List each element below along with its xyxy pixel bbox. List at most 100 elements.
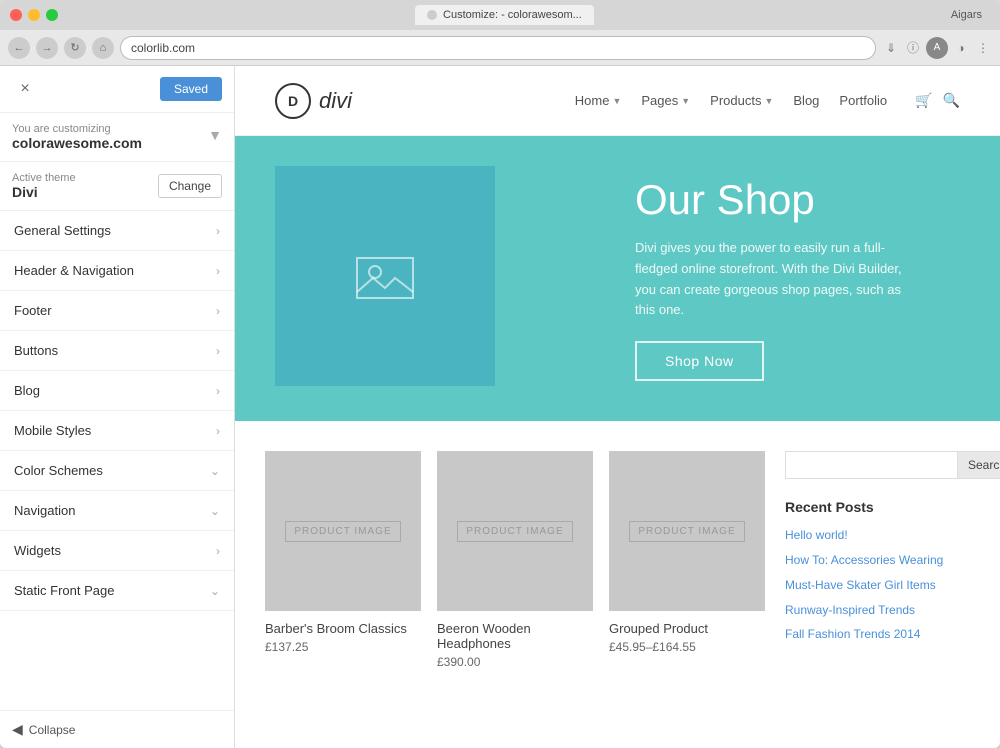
search-nav-icon[interactable]: 🔍 bbox=[943, 92, 960, 109]
product-card-3: PRODUCT IMAGE Grouped Product £45.95–£16… bbox=[609, 451, 765, 669]
sidebar-item-buttons[interactable]: Buttons › bbox=[0, 331, 234, 371]
products-section: PRODUCT IMAGE Barber's Broom Classics £1… bbox=[235, 421, 1000, 699]
sidebar-item-widgets[interactable]: Widgets › bbox=[0, 531, 234, 571]
reload-button[interactable]: ↻ bbox=[64, 37, 86, 59]
avatar[interactable]: A bbox=[926, 37, 948, 59]
products-chevron-icon: ▼ bbox=[764, 96, 773, 106]
product-price-2: £390.00 bbox=[437, 655, 593, 669]
nav-blog-label: Blog bbox=[793, 93, 819, 108]
menu-arrow-icon: › bbox=[216, 384, 220, 398]
minimize-traffic-light[interactable] bbox=[28, 9, 40, 21]
shop-now-button[interactable]: Shop Now bbox=[635, 341, 764, 381]
product-card-2: PRODUCT IMAGE Beeron Wooden Headphones £… bbox=[437, 451, 593, 669]
theme-name-label: Divi bbox=[12, 184, 76, 200]
menu-arrow-icon: › bbox=[216, 224, 220, 238]
product-image-label-1: PRODUCT IMAGE bbox=[285, 521, 400, 542]
active-theme-section: Active theme Divi Change bbox=[0, 162, 234, 211]
menu-item-label: Widgets bbox=[14, 543, 61, 558]
change-theme-button[interactable]: Change bbox=[158, 174, 222, 198]
collapse-section[interactable]: ◀ Collapse bbox=[0, 710, 234, 748]
nav-portfolio-label: Portfolio bbox=[839, 93, 887, 108]
recent-posts-title: Recent Posts bbox=[785, 499, 970, 515]
image-placeholder-icon bbox=[355, 250, 415, 302]
sidebar-item-color-schemes[interactable]: Color Schemes ⌄ bbox=[0, 451, 234, 491]
tab-close-btn[interactable] bbox=[427, 10, 437, 20]
recent-post-runway[interactable]: Runway-Inspired Trends bbox=[785, 602, 970, 619]
maximize-traffic-light[interactable] bbox=[46, 9, 58, 21]
sidebar-item-blog[interactable]: Blog › bbox=[0, 371, 234, 411]
collapse-icon: ◀ bbox=[12, 721, 23, 738]
nav-products[interactable]: Products ▼ bbox=[710, 93, 773, 108]
logo-letter: D bbox=[288, 93, 298, 109]
nav-products-label: Products bbox=[710, 93, 761, 108]
home-button[interactable]: ⌂ bbox=[92, 37, 114, 59]
recent-post-fall-fashion[interactable]: Fall Fashion Trends 2014 bbox=[785, 626, 970, 643]
customizer-sidebar: × Saved You are customizing colorawesome… bbox=[0, 66, 235, 748]
menu-arrow-icon: › bbox=[216, 424, 220, 438]
nav-portfolio[interactable]: Portfolio bbox=[839, 93, 887, 108]
logo-text: divi bbox=[319, 88, 352, 114]
browser-tab[interactable]: Customize: - colorawesom... bbox=[415, 5, 594, 25]
customizer-info: You are customizing colorawesome.com ▼ bbox=[0, 113, 234, 162]
recent-post-hello-world[interactable]: Hello world! bbox=[785, 527, 970, 544]
forward-button[interactable]: → bbox=[36, 37, 58, 59]
menu-chevron-down-icon: ⌄ bbox=[210, 504, 220, 518]
saved-button[interactable]: Saved bbox=[160, 77, 222, 101]
product-price-1: £137.25 bbox=[265, 640, 421, 654]
nav-blog[interactable]: Blog bbox=[793, 93, 819, 108]
browser-content: × Saved You are customizing colorawesome… bbox=[0, 66, 1000, 748]
close-traffic-light[interactable] bbox=[10, 9, 22, 21]
search-widget: Search bbox=[785, 451, 970, 479]
sidebar-item-footer[interactable]: Footer › bbox=[0, 291, 234, 331]
browser-titlebar: Customize: - colorawesom... Aigars bbox=[0, 0, 1000, 30]
sidebar-item-mobile-styles[interactable]: Mobile Styles › bbox=[0, 411, 234, 451]
back-button[interactable]: ← bbox=[8, 37, 30, 59]
site-nav: Home ▼ Pages ▼ Products ▼ Blog bbox=[575, 92, 960, 109]
customizing-label: You are customizing bbox=[12, 123, 142, 135]
product-image-1: PRODUCT IMAGE bbox=[265, 451, 421, 611]
product-image-2: PRODUCT IMAGE bbox=[437, 451, 593, 611]
nav-icons-group: 🛒 🔍 bbox=[915, 92, 960, 109]
search-input[interactable] bbox=[785, 451, 958, 479]
website-preview: D divi Home ▼ Pages ▼ Products ▼ bbox=[235, 66, 1000, 748]
nav-home[interactable]: Home ▼ bbox=[575, 93, 622, 108]
product-image-3: PRODUCT IMAGE bbox=[609, 451, 765, 611]
search-button[interactable]: Search bbox=[958, 451, 1000, 479]
home-chevron-icon: ▼ bbox=[612, 96, 621, 106]
recent-post-skater[interactable]: Must-Have Skater Girl Items bbox=[785, 577, 970, 594]
sidebar-item-static-front-page[interactable]: Static Front Page ⌄ bbox=[0, 571, 234, 611]
sidebar-item-navigation[interactable]: Navigation ⌄ bbox=[0, 491, 234, 531]
recent-post-accessories[interactable]: How To: Accessories Wearing bbox=[785, 552, 970, 569]
product-price-3: £45.95–£164.55 bbox=[609, 640, 765, 654]
menu-item-label: Color Schemes bbox=[14, 463, 103, 478]
menu-arrow-icon: › bbox=[216, 544, 220, 558]
hero-section: Our Shop Divi gives you the power to eas… bbox=[235, 136, 1000, 421]
sidebar-item-header-navigation[interactable]: Header & Navigation › bbox=[0, 251, 234, 291]
customizer-close-button[interactable]: × bbox=[12, 76, 38, 102]
logo-circle: D bbox=[275, 83, 311, 119]
menu-item-label: Navigation bbox=[14, 503, 75, 518]
pages-chevron-icon: ▼ bbox=[681, 96, 690, 106]
download-icon[interactable]: ⇓ bbox=[882, 39, 900, 57]
nav-pages[interactable]: Pages ▼ bbox=[641, 93, 690, 108]
hero-description: Divi gives you the power to easily run a… bbox=[635, 238, 915, 321]
product-name-3: Grouped Product bbox=[609, 621, 765, 636]
nav-home-label: Home bbox=[575, 93, 610, 108]
menu-item-label: Mobile Styles bbox=[14, 423, 91, 438]
site-logo: D divi bbox=[275, 83, 352, 119]
menu-item-label: Blog bbox=[14, 383, 40, 398]
menu-arrow-icon: › bbox=[216, 344, 220, 358]
extension-icon[interactable]: ◑ bbox=[952, 39, 970, 57]
sidebar-item-general-settings[interactable]: General Settings › bbox=[0, 211, 234, 251]
collapse-label: Collapse bbox=[29, 723, 76, 737]
cart-icon[interactable]: 🛒 bbox=[915, 92, 932, 109]
info-icon[interactable]: ⓘ bbox=[904, 39, 922, 57]
menu-item-label: Header & Navigation bbox=[14, 263, 134, 278]
site-header: D divi Home ▼ Pages ▼ Products ▼ bbox=[235, 66, 1000, 136]
menu-icon[interactable]: ⋮ bbox=[974, 39, 992, 57]
sidebar-menu: General Settings › Header & Navigation ›… bbox=[0, 211, 234, 710]
info-arrow-icon: ▼ bbox=[208, 127, 222, 143]
address-bar[interactable]: colorlib.com bbox=[120, 36, 876, 60]
menu-item-label: Buttons bbox=[14, 343, 58, 358]
product-image-label-2: PRODUCT IMAGE bbox=[457, 521, 572, 542]
